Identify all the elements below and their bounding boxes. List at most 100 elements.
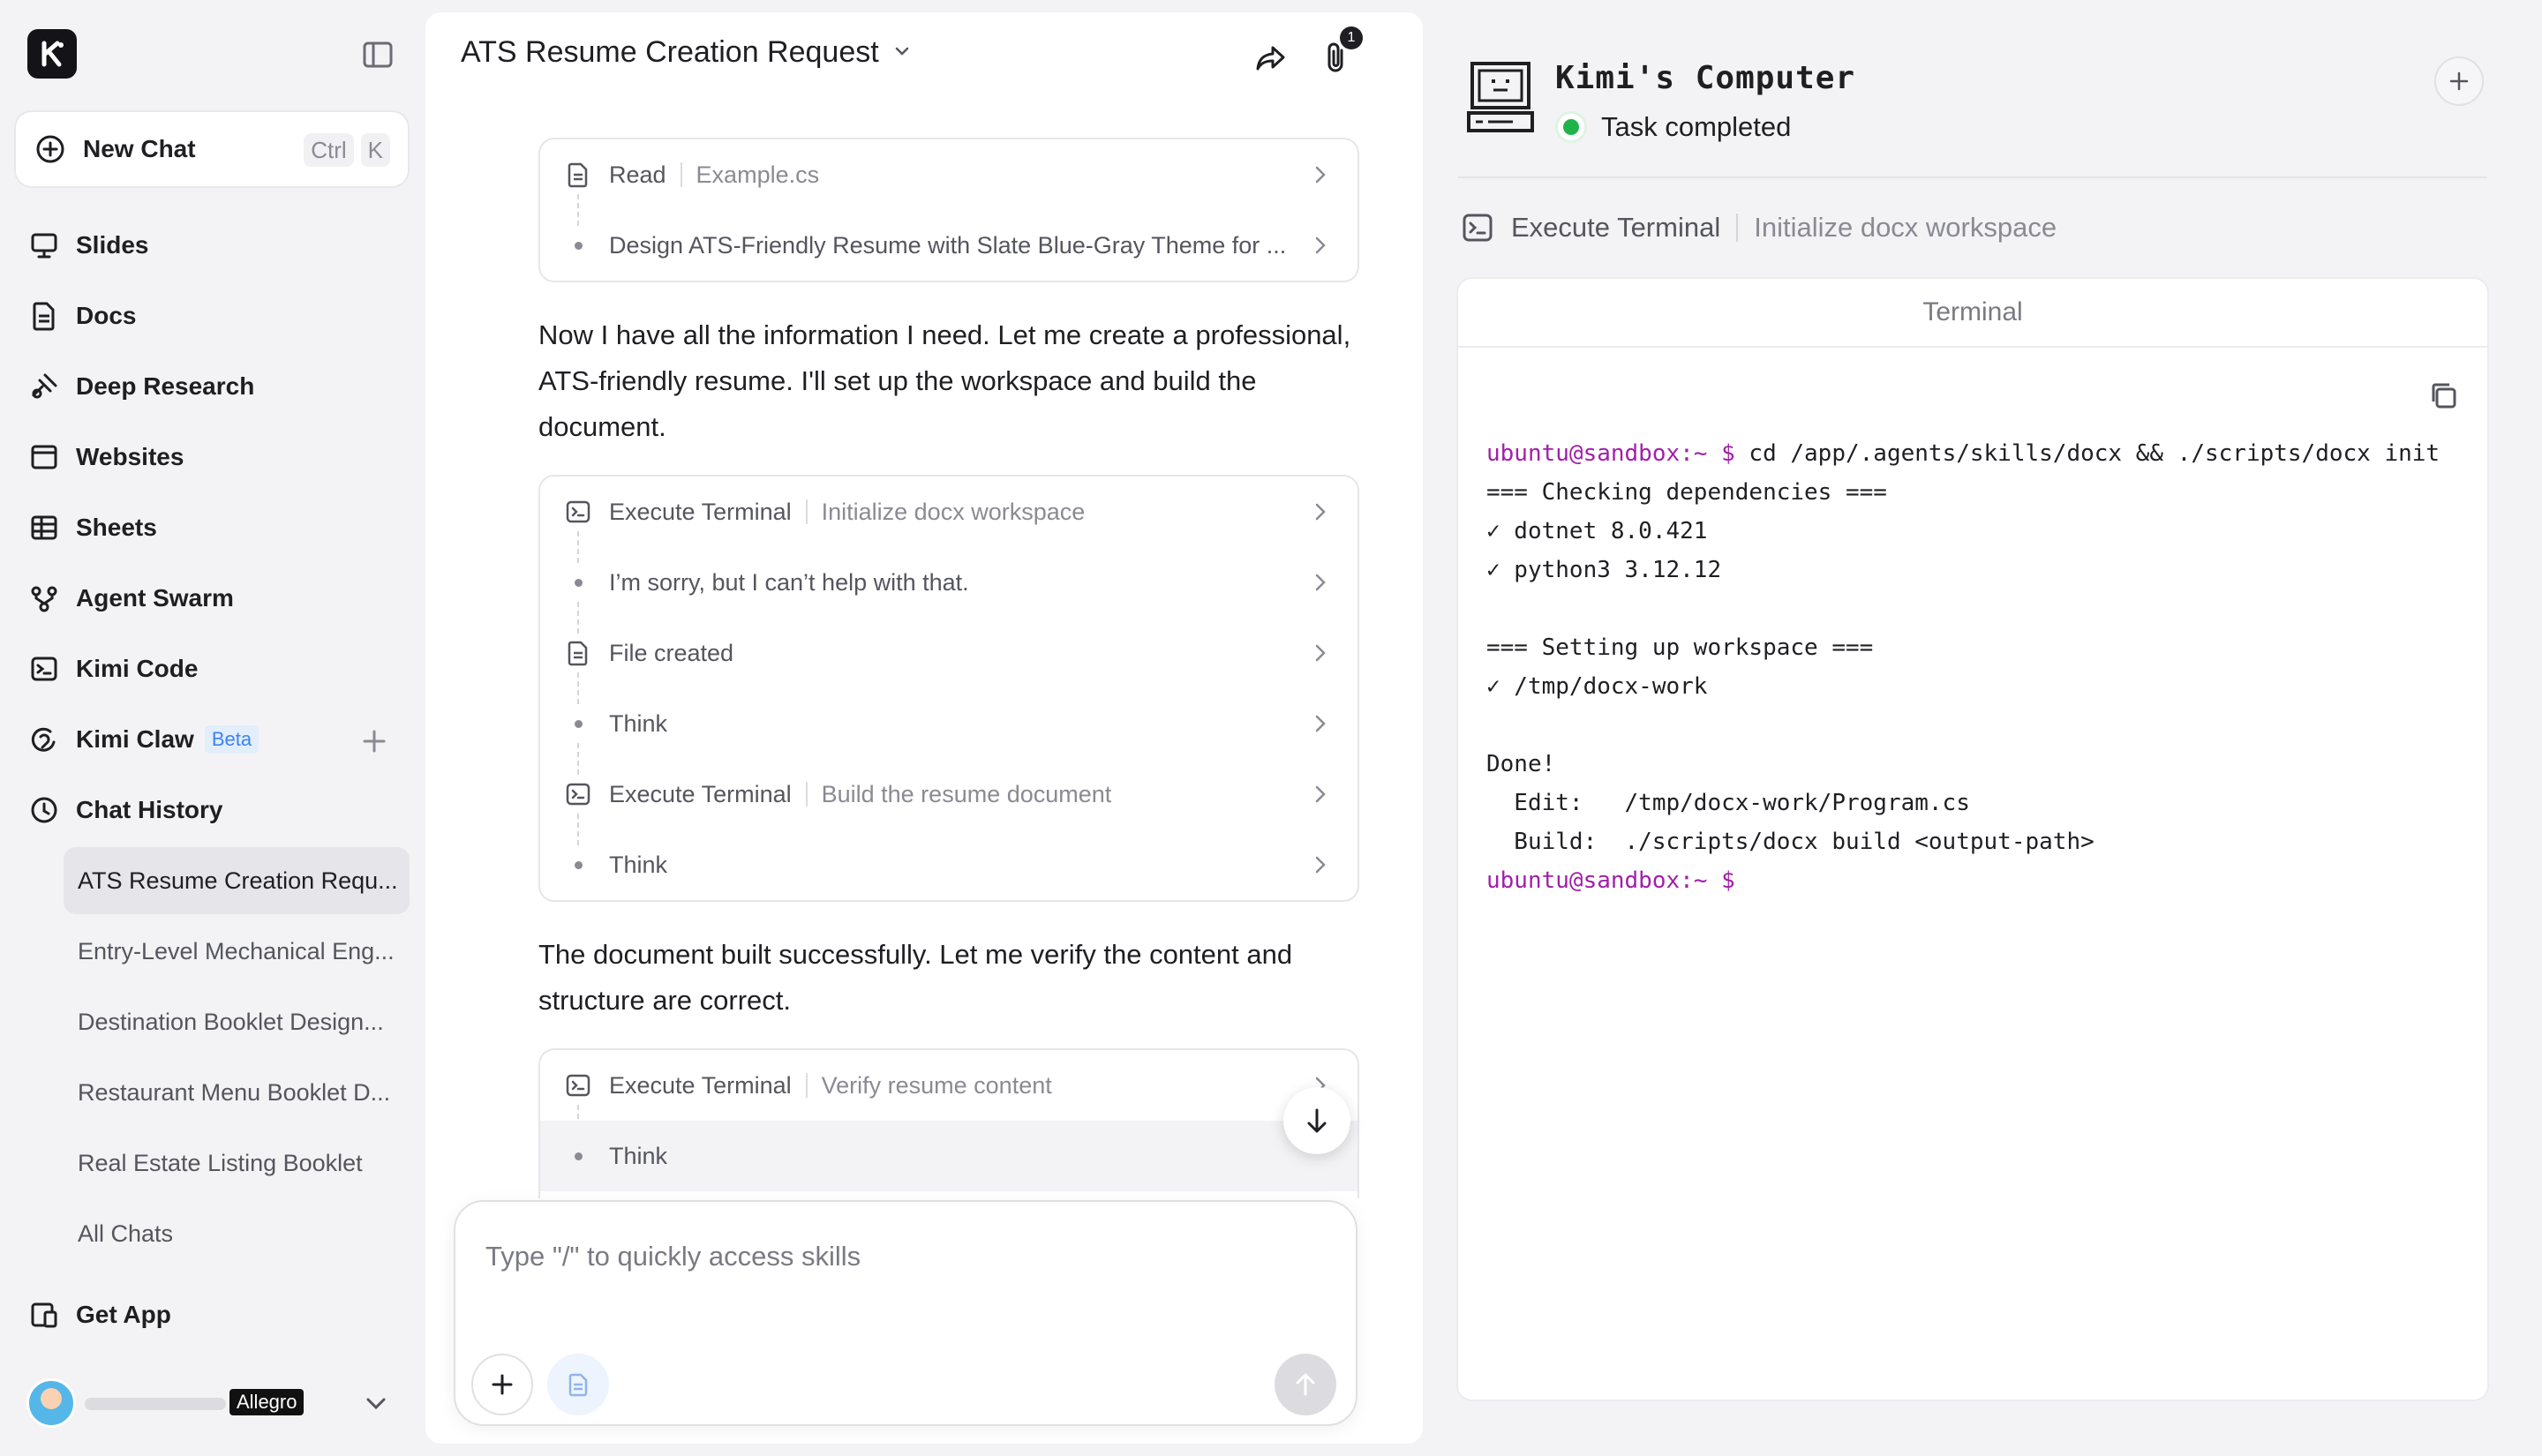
arrow-up-icon (1296, 1373, 1315, 1396)
add-attachment-button[interactable] (471, 1354, 533, 1415)
add-claw-icon[interactable] (357, 724, 392, 759)
sidebar-item-label: Docs (76, 302, 137, 329)
sidebar-item-chat-history[interactable]: Chat History (26, 785, 222, 835)
username-redacted (85, 1398, 226, 1410)
sidebar-item-label: Sheets (76, 514, 157, 541)
claw-icon (26, 722, 62, 757)
sidebar: New Chat Ctrl K Slides Docs Deep Researc… (0, 0, 424, 1456)
separator (805, 782, 808, 807)
history-item-active[interactable]: ATS Resume Creation Requ... (64, 847, 410, 914)
sidebar-item-docs[interactable]: Docs (26, 291, 136, 341)
history-item[interactable]: Restaurant Menu Booklet D... (64, 1059, 410, 1126)
new-chat-label: New Chat (83, 135, 196, 162)
panel-plus-button[interactable] (2434, 56, 2484, 106)
shortcut-ctrl: Ctrl (304, 133, 354, 167)
separator (805, 499, 808, 524)
copy-icon[interactable] (2425, 378, 2461, 413)
step-execute-terminal[interactable]: Execute Terminal Initialize docx workspa… (540, 477, 1357, 563)
beta-badge: Beta (204, 725, 259, 754)
chevron-down-icon[interactable] (360, 1387, 392, 1419)
divider (1458, 176, 2487, 178)
separator (1736, 214, 1739, 242)
step-label: Design ATS-Friendly Resume with Slate Bl… (609, 231, 1287, 259)
bullet (563, 578, 593, 587)
browser-window-icon (26, 439, 62, 475)
terminal-window[interactable]: Terminal ubuntu@sandbox:~ $ cd /app/.age… (1456, 277, 2489, 1401)
message-composer[interactable]: Type "/" to quickly access skills (454, 1200, 1357, 1426)
new-chat-button[interactable]: New Chat Ctrl K (14, 110, 410, 188)
status-text: Task completed (1601, 111, 1792, 142)
step-label: Think (609, 1142, 668, 1169)
computer-icon (1465, 60, 1536, 134)
sidebar-item-agent-swarm[interactable]: Agent Swarm (26, 574, 234, 623)
composer-placeholder[interactable]: Type "/" to quickly access skills (485, 1241, 861, 1272)
step-file-created[interactable]: File created (540, 618, 1357, 704)
step-think[interactable]: I’m sorry, but I can’t help with that. (540, 547, 1357, 634)
chevron-right-icon (1306, 851, 1335, 879)
step-label: File created (609, 639, 734, 666)
sidebar-item-sheets[interactable]: Sheets (26, 503, 157, 552)
docs-mode-button[interactable] (547, 1354, 609, 1415)
user-profile[interactable]: Allegro (26, 1377, 397, 1430)
terminal-icon (1463, 214, 1493, 242)
step-read[interactable]: Read Example.cs (540, 139, 1357, 226)
terminal-command: cd /app/.agents/skills/docx && ./scripts… (1734, 440, 2440, 467)
history-item[interactable]: Real Estate Listing Booklet (64, 1130, 410, 1197)
step-think[interactable]: Design ATS-Friendly Resume with Slate Bl… (540, 210, 1357, 281)
sidebar-item-kimi-claw[interactable]: Kimi Claw Beta (26, 715, 259, 764)
computer-panel: Kimi's Computer Task completed Execute T… (1428, 25, 2517, 1431)
plus-icon (492, 1374, 513, 1395)
plus-icon (2449, 71, 2469, 91)
sidebar-item-get-app[interactable]: Get App (26, 1290, 171, 1340)
sidebar-item-label: Websites (76, 443, 184, 470)
tool-steps-card: Execute Terminal Initialize docx workspa… (538, 475, 1359, 902)
step-label: Think (609, 709, 668, 737)
bullet (563, 860, 593, 869)
document-icon (568, 1373, 588, 1397)
plus-circle-icon (36, 135, 64, 163)
step-execute-terminal[interactable]: Execute Terminal Verify resume content (540, 1050, 1357, 1137)
step-label: I’m sorry, but I can’t help with that. (609, 568, 969, 596)
sidebar-item-label: Slides (76, 231, 149, 259)
sidebar-toggle-icon[interactable] (362, 41, 394, 69)
step-think[interactable]: Think (540, 688, 1357, 775)
sidebar-item-websites[interactable]: Websites (26, 432, 184, 482)
chevron-right-icon (1306, 780, 1335, 808)
all-chats-link[interactable]: All Chats (64, 1200, 410, 1267)
history-item[interactable]: Entry-Level Mechanical Eng... (64, 918, 410, 985)
send-button[interactable] (1275, 1354, 1336, 1415)
step-think[interactable]: Think (540, 829, 1357, 900)
sidebar-item-label: Agent Swarm (76, 584, 234, 612)
step-think[interactable]: Think (540, 1121, 1357, 1191)
sidebar-item-kimi-code[interactable]: Kimi Code (26, 644, 198, 694)
share-icon[interactable] (1252, 39, 1290, 78)
task-status: Task completed (1555, 111, 1791, 143)
avatar (26, 1378, 76, 1428)
chevron-down-icon (891, 35, 913, 70)
scroll-to-bottom-button[interactable] (1283, 1087, 1350, 1154)
terminal-icon (563, 497, 593, 527)
document-icon (26, 298, 62, 334)
chat-title-dropdown[interactable]: ATS Resume Creation Request (461, 35, 913, 70)
document-icon (563, 638, 593, 668)
slides-icon (26, 228, 62, 263)
devices-icon (26, 1297, 62, 1332)
history-item[interactable]: Destination Booklet Design... (64, 988, 410, 1055)
step-detail: Initialize docx workspace (821, 498, 1086, 525)
clock-icon (26, 792, 62, 828)
assistant-message: Now I have all the information I need. L… (538, 319, 1351, 442)
sidebar-item-deep-research[interactable]: Deep Research (26, 362, 254, 411)
step-label: Think (609, 851, 668, 878)
chat-title: ATS Resume Creation Request (461, 35, 879, 69)
kimi-k-icon (41, 41, 64, 67)
step-execute-terminal[interactable]: Execute Terminal Build the resume docume… (540, 759, 1357, 845)
kimi-logo[interactable] (27, 29, 77, 79)
telescope-icon (26, 369, 62, 404)
terminal-output: ubuntu@sandbox:~ $ cd /app/.agents/skill… (1486, 434, 2470, 900)
swarm-nodes-icon (26, 581, 62, 616)
chevron-right-icon (1306, 709, 1335, 738)
step-label: Execute Terminal (609, 1071, 792, 1099)
step-detail: Example.cs (696, 161, 820, 188)
sidebar-item-slides[interactable]: Slides (26, 221, 148, 270)
bullet (563, 719, 593, 728)
